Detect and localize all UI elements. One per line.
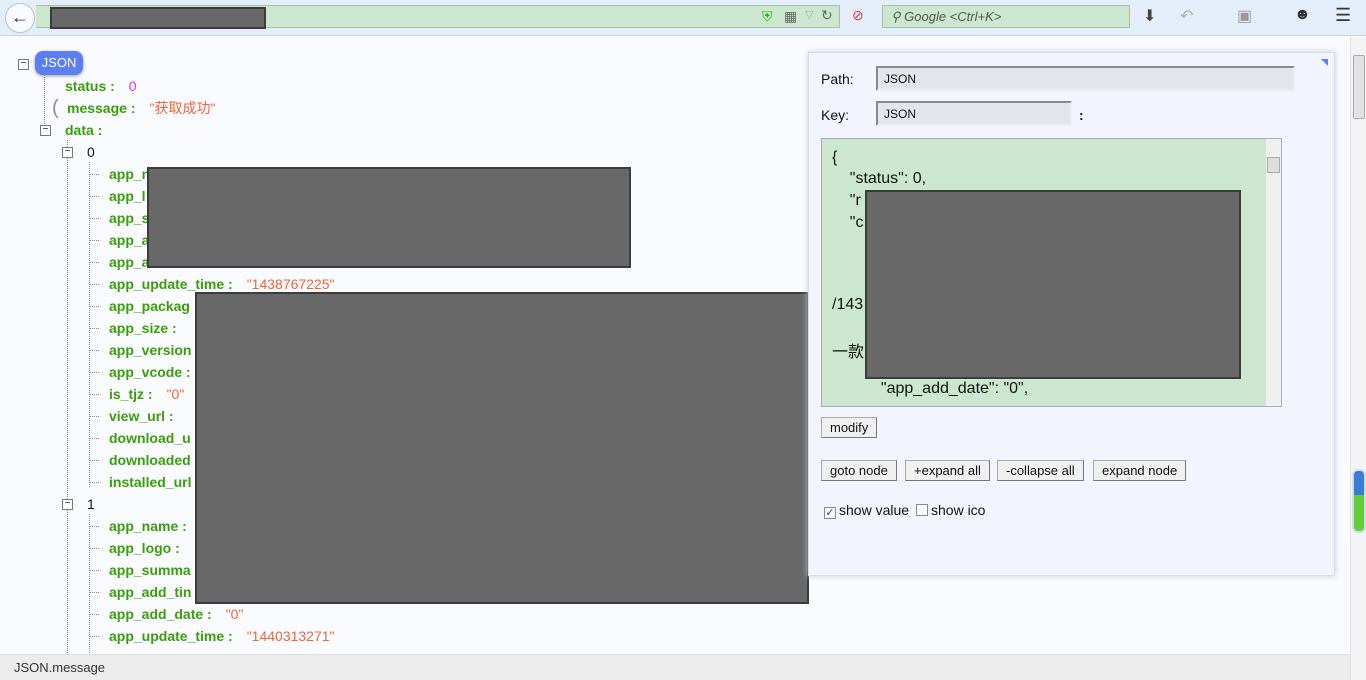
tree-node-field[interactable]: app_size : <box>109 319 177 337</box>
tree-node-field[interactable]: app_logo : <box>109 539 180 557</box>
tree-node-field[interactable]: downloaded <box>109 451 191 469</box>
key-label: Key: <box>821 107 850 123</box>
meter-widget[interactable] <box>1352 469 1366 533</box>
tree-node-message[interactable]: message : "获取成功" <box>67 99 215 117</box>
status-bar: JSON.message <box>0 654 1350 680</box>
textarea-line: /143 <box>832 296 864 313</box>
tree-node-field[interactable]: app_l <box>109 187 146 205</box>
tree-node-field[interactable]: download_u <box>109 429 191 447</box>
show-value-checkbox[interactable]: ✓ show value <box>824 502 909 519</box>
path-label: Path: <box>821 71 854 87</box>
back-button[interactable]: ← <box>5 3 35 33</box>
show-ico-label: show ico <box>931 502 986 518</box>
download-icon[interactable]: ⬇ <box>1143 6 1156 26</box>
collapse-all-button[interactable]: -collapse all <box>997 460 1084 481</box>
extension-icon[interactable]: ▣ <box>1237 6 1252 26</box>
modify-button[interactable]: modify <box>821 417 878 438</box>
textarea-line: 一款 <box>832 344 865 361</box>
tree-node-field[interactable]: app_add_date : "0" <box>109 605 243 623</box>
collapse-toggle-data[interactable]: − <box>40 125 51 136</box>
path-field[interactable]: JSON <box>876 66 1295 91</box>
redacted-region <box>865 190 1241 379</box>
menu-icon[interactable]: ☰ <box>1335 5 1351 26</box>
reload-icon[interactable]: ↻ <box>821 7 833 24</box>
textarea-line: "app_add_date": "0", <box>832 380 1029 397</box>
tree-node-field[interactable]: installed_url <box>109 473 191 491</box>
tree-node-field[interactable]: app_summa <box>109 561 191 579</box>
tree-node-field[interactable]: app_update_time : "1440313271" <box>109 627 335 645</box>
tree-node-field[interactable]: app_packag <box>109 297 190 315</box>
adblock-icon[interactable]: ⊘ <box>852 7 864 24</box>
tree-node-data[interactable]: data : <box>65 121 102 139</box>
redacted-url <box>50 7 266 29</box>
key-field[interactable]: JSON <box>876 101 1072 126</box>
tree-node-field[interactable]: is_tjz : "0" <box>109 385 184 403</box>
tree-node-field[interactable]: app_add_tin <box>109 583 191 601</box>
panel-corner-icon[interactable] <box>1321 59 1328 66</box>
dropdown-icon[interactable]: ▽ <box>805 8 813 21</box>
undo-icon[interactable]: ↶ <box>1180 6 1193 26</box>
page-scrollbar[interactable] <box>1350 37 1366 680</box>
goto-node-button[interactable]: goto node <box>821 460 897 481</box>
tree-node-index[interactable]: 1 <box>87 495 95 513</box>
tree-node-field[interactable]: view_url : <box>109 407 174 425</box>
tree-node-field[interactable]: app_update_time : "1438767225" <box>109 275 335 293</box>
scrollbar-thumb[interactable] <box>1353 55 1365 119</box>
show-value-label: show value <box>839 502 910 518</box>
textarea-line: "c <box>832 214 864 231</box>
collapse-toggle-item[interactable]: − <box>62 499 73 510</box>
qr-code-icon[interactable]: ▦ <box>784 8 797 25</box>
smiley-icon[interactable]: ☻ <box>1294 6 1311 24</box>
textarea-scrollbar[interactable] <box>1265 139 1281 406</box>
textarea-line: "status": 0, <box>832 170 927 187</box>
key-colon: : <box>1079 107 1084 123</box>
selection-bracket: ( <box>52 97 59 119</box>
collapse-toggle-item[interactable]: − <box>62 147 73 158</box>
collapse-toggle-root[interactable]: − <box>18 59 29 70</box>
tree-node-status[interactable]: status :0 <box>65 77 137 95</box>
tree-node-field[interactable]: app_version <box>109 341 191 359</box>
textarea-line: { <box>832 149 838 166</box>
tree-node-field[interactable]: app_a <box>109 253 149 271</box>
shield-icon[interactable]: ⛨ <box>762 8 773 25</box>
tree-node-field[interactable]: app_n <box>109 165 150 183</box>
search-icon: ⚲ <box>891 9 905 24</box>
tree-node-field[interactable]: app_name : <box>109 517 187 535</box>
expand-node-button[interactable]: expand node <box>1093 460 1187 481</box>
tree-node-field[interactable]: app_a <box>109 231 149 249</box>
redacted-region <box>195 292 809 604</box>
search-input[interactable]: ⚲ Google <Ctrl+K> <box>882 5 1130 28</box>
search-placeholder: Google <Ctrl+K> <box>904 9 1002 24</box>
tree-node-field[interactable]: app_s <box>109 209 149 227</box>
textarea-line: "r <box>832 192 861 209</box>
expand-all-button[interactable]: +expand all <box>905 460 990 481</box>
json-root-node[interactable]: JSON <box>35 51 83 75</box>
show-ico-checkbox[interactable]: show ico <box>916 502 985 518</box>
redacted-region <box>147 167 631 268</box>
tree-node-index[interactable]: 0 <box>87 143 95 161</box>
tree-node-field[interactable]: app_vcode : <box>109 363 191 381</box>
